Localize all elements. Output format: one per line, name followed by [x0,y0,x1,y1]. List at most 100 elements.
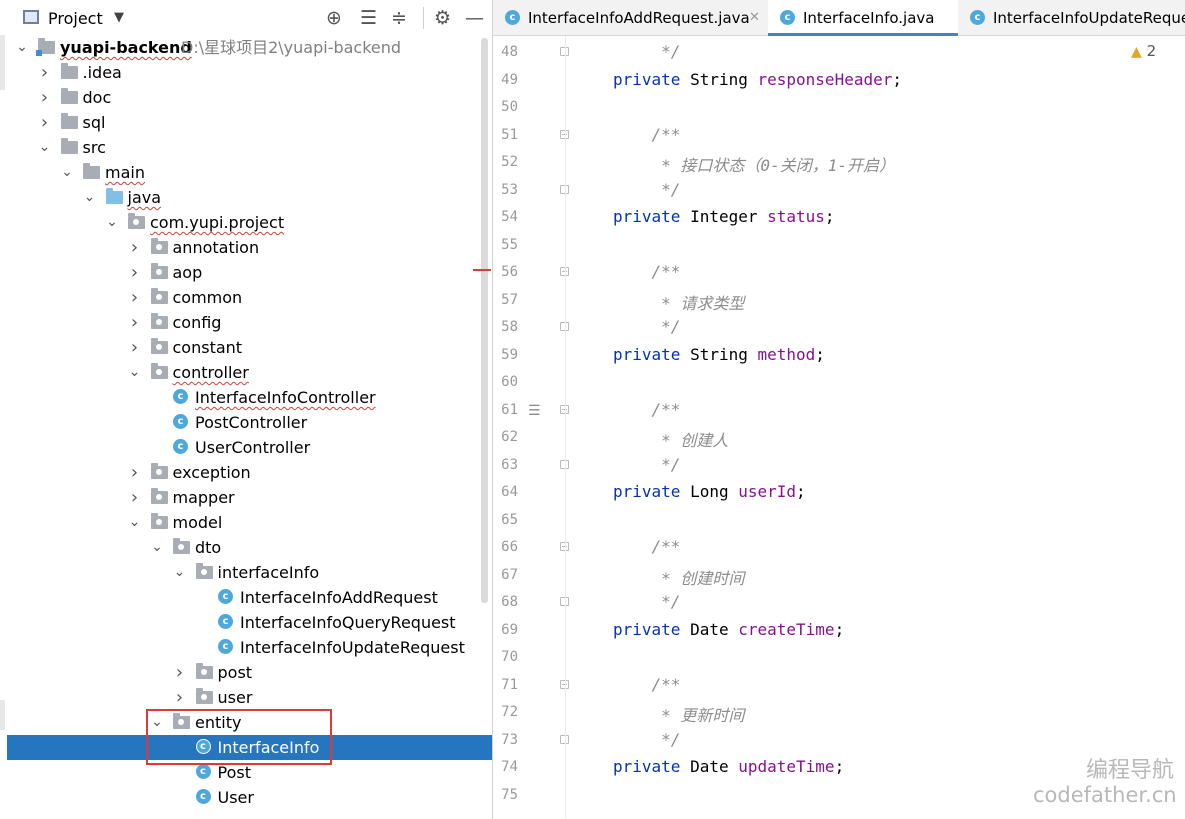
hide-icon[interactable]: — [465,7,484,29]
code-token: * 更新时间 [613,706,745,725]
chevron-right-icon[interactable]: › [38,60,52,85]
line-number: 59 [501,346,518,363]
editor-tab[interactable]: c InterfaceInfoUpdateReque [958,0,1185,36]
chevron-down-icon[interactable]: ▼ [114,10,124,25]
tree-scrollbar[interactable] [481,38,488,603]
line-number: 49 [501,71,518,88]
package-icon [150,288,168,304]
chevron-right-icon[interactable]: › [128,485,142,510]
tab-label: InterfaceInfoAddRequest.java [528,9,750,27]
chevron-down-icon[interactable]: ⌄ [128,510,142,535]
editor-tab[interactable]: c InterfaceInfoAddRequest.java ✕ [493,0,768,36]
tree-item-folder[interactable]: ⌄ yuapi-backend D:\星球项目2\yuapi-backend [7,35,492,60]
code-line: private Date updateTime; [613,757,844,776]
code-token: */ [613,317,681,336]
chevron-right-icon[interactable]: › [128,235,142,260]
tree-item-class[interactable]: c User [7,785,492,810]
code-line: */ [613,592,680,611]
chevron-right-icon[interactable]: › [38,110,52,135]
chevron-right-icon[interactable]: › [128,335,142,360]
module-icon [36,38,55,56]
tree-item-class[interactable]: c UserController [7,435,492,460]
package-icon [173,538,190,554]
tree-item-folder[interactable]: ⌄ main [7,160,492,185]
tree-item-class[interactable]: c InterfaceInfoQueryRequest [7,610,492,635]
tree-item-folder[interactable]: › aop [7,260,492,285]
chevron-down-icon[interactable]: ⌄ [150,535,164,560]
chevron-right-icon[interactable]: › [173,685,187,710]
line-number: 54 [501,209,518,225]
tree-item-label: mapper [172,488,235,507]
warning-icon: ▲ [1131,44,1142,60]
close-icon[interactable]: ✕ [749,0,760,36]
code-editor[interactable]: c InterfaceInfoAddRequest.java ✕ c Interface… [493,0,1185,819]
code-token: updateTime [738,757,835,776]
tree-item-folder[interactable]: ⌄ src [7,135,492,160]
settings-icon[interactable]: ⚙ [434,7,451,29]
tree-item-folder[interactable]: ⌄ model [7,510,492,535]
line-number: 61 [501,401,518,418]
chevron-right-icon[interactable]: › [128,310,142,335]
code-token: Integer [690,207,768,226]
code-token: ; [824,207,835,226]
project-view-title[interactable]: Project [48,9,103,28]
tree-item-folder[interactable]: › annotation [7,235,492,260]
tree-item-folder[interactable]: › sql [7,110,492,135]
render-doc-icon[interactable]: ☰ [528,403,541,419]
chevron-down-icon[interactable]: ⌄ [173,560,187,585]
code-line: private Date createTime; [613,620,844,639]
line-number: 58 [501,319,518,335]
code-line: * 创建时间 [613,565,744,589]
line-number: 66 [501,539,518,555]
tree-item-folder[interactable]: › config [7,310,492,335]
tree-item-folder[interactable]: › constant [7,335,492,360]
chevron-right-icon[interactable]: › [128,285,142,310]
expand-all-icon[interactable]: ☰ [360,7,377,29]
tree-item-class[interactable]: c InterfaceInfoAddRequest [7,585,492,610]
chevron-right-icon[interactable]: › [128,260,142,285]
tree-item-label: User [217,788,254,807]
chevron-down-icon[interactable]: ⌄ [83,185,97,210]
chevron-down-icon[interactable]: ⌄ [60,160,74,185]
tree-item-folder[interactable]: › exception [7,460,492,485]
tree-item-class[interactable]: c InterfaceInfoUpdateRequest [7,635,492,660]
tree-item-label: model [172,513,223,532]
tree-item-folder[interactable]: › mapper [7,485,492,510]
tree-item-label: InterfaceInfoAddRequest [240,588,438,607]
tree-item-folder[interactable]: ⌄ interfaceInfo [7,560,492,585]
chevron-right-icon[interactable]: › [173,660,187,685]
tree-item-class[interactable]: c PostController [7,410,492,435]
inspection-widget[interactable]: ▲ 2 [1131,42,1156,60]
tree-item-folder[interactable]: › user [7,685,492,710]
code-token: * 请求类型 [613,293,745,313]
chevron-down-icon[interactable]: ⌄ [128,360,142,385]
chevron-down-icon[interactable]: ⌄ [15,35,29,60]
tree-item-label: UserController [195,438,311,457]
tree-item-label: config [172,313,222,332]
locate-icon[interactable]: ⊕ [326,7,342,29]
tree-item-label: main [105,163,145,182]
line-number: 50 [501,99,518,115]
chevron-right-icon[interactable]: › [128,460,142,485]
tree-item-folder[interactable]: › post [7,660,492,685]
chevron-right-icon[interactable]: › [38,85,52,110]
editor-tab[interactable]: c InterfaceInfo.java [768,0,958,36]
code-token: ; [834,619,845,639]
tree-item-folder[interactable]: › .idea [7,60,492,85]
line-number: 57 [501,291,518,308]
code-token: Date [690,757,739,776]
tree-item-folder[interactable]: ⌄ dto [7,535,492,560]
class-icon: c [505,10,520,25]
tree-item-folder[interactable]: ⌄ controller [7,360,492,385]
tree-item-folder[interactable]: › common [7,285,492,310]
code-line: /** [613,400,681,419]
tree-item-label: yuapi-backend [60,38,192,57]
chevron-down-icon[interactable]: ⌄ [105,210,119,235]
tree-item-folder[interactable]: ⌄ com.yupi.project [7,210,492,235]
tree-item-folder[interactable]: ⌄ java [7,185,492,210]
tree-item-class[interactable]: c InterfaceInfoController [7,385,492,410]
tree-item-folder[interactable]: › doc [7,85,492,110]
code-line: private String method; [613,345,825,364]
collapse-all-icon[interactable]: ≑ [391,7,407,29]
chevron-down-icon[interactable]: ⌄ [38,135,52,160]
